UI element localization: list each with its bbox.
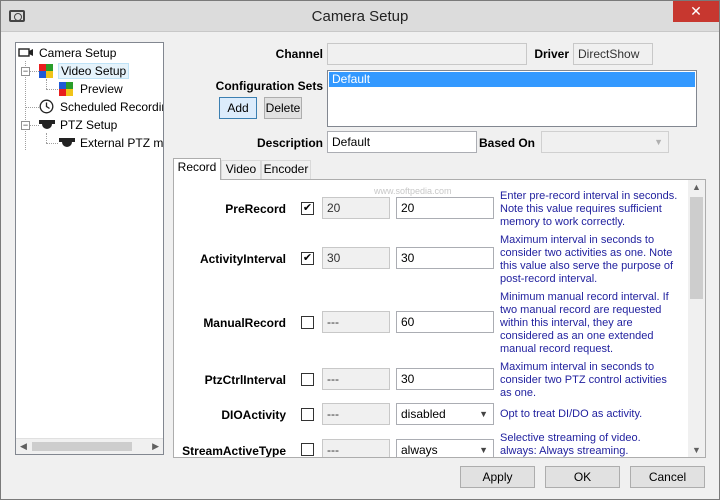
delete-button[interactable]: Delete (264, 97, 302, 119)
ptz-dome-icon (39, 118, 55, 132)
tree-item-label: PTZ Setup (60, 118, 118, 132)
scrollbar-thumb[interactable] (690, 197, 703, 299)
scroll-down-icon[interactable]: ▼ (692, 445, 701, 455)
tab-encoder[interactable]: Encoder (261, 160, 311, 179)
configuration-sets-label: Configuration Sets (215, 79, 323, 93)
param-prerecord-checkbox[interactable]: ✔ (301, 202, 314, 215)
tree-item-label: Preview (80, 82, 123, 96)
record-vertical-scrollbar[interactable]: ▲ ▼ (688, 180, 705, 457)
tree-item-label: Video Setup (58, 63, 130, 79)
param-activityinterval-description: Maximum interval in seconds to consider … (500, 234, 674, 285)
collapse-toggle[interactable]: − (21, 121, 30, 130)
tree-horizontal-scrollbar[interactable]: ◀ ▶ (16, 438, 163, 454)
param-ptzctrlinterval-default: --- (322, 368, 390, 390)
param-ptzctrlinterval-checkbox[interactable] (301, 373, 314, 386)
param-activityinterval-default: 30 (322, 247, 390, 269)
chevron-down-icon: ▼ (479, 445, 488, 455)
param-activityinterval-label: ActivityInterval (199, 252, 286, 266)
tree-item-preview[interactable]: Preview (59, 81, 125, 98)
configuration-sets-list[interactable]: Default (327, 70, 697, 127)
scrollbar-thumb[interactable] (32, 442, 132, 451)
param-dioactivity-label: DIOActivity (221, 408, 286, 422)
param-dioactivity-default: --- (322, 403, 390, 425)
chevron-down-icon: ▼ (654, 137, 663, 147)
param-streamactivetype-checkbox[interactable] (301, 443, 314, 456)
param-streamactivetype-value: always (401, 443, 438, 457)
tree-item-video-setup[interactable]: Video Setup (39, 63, 130, 80)
param-ptzctrlinterval-description: Maximum interval in seconds to consider … (500, 361, 667, 399)
clock-icon (39, 99, 55, 114)
param-streamactivetype-default: --- (322, 439, 390, 457)
description-label: Description (256, 136, 323, 150)
tree-item-ptz-setup[interactable]: PTZ Setup (39, 117, 119, 134)
title-bar: Camera Setup ✕ (1, 1, 719, 32)
param-prerecord-label: PreRecord (225, 202, 286, 216)
channel-label: Channel (275, 47, 323, 61)
param-streamactivetype-select[interactable]: always ▼ (396, 439, 494, 457)
preview-grid-icon (59, 82, 75, 96)
param-activityinterval-input[interactable] (396, 247, 494, 269)
watermark-text: www.softpedia.com (374, 186, 452, 196)
tree-item-label: Camera Setup (39, 46, 117, 60)
camera-setup-window: Camera Setup ✕ Camera Setup − Video Setu… (0, 0, 720, 500)
param-ptzctrlinterval-input[interactable] (396, 368, 494, 390)
param-streamactivetype-label: StreamActiveType (182, 444, 286, 458)
scroll-up-icon[interactable]: ▲ (692, 182, 701, 192)
cancel-button[interactable]: Cancel (630, 466, 705, 488)
param-manualrecord-label: ManualRecord (203, 316, 286, 330)
param-manualrecord-default: --- (322, 311, 390, 333)
list-item[interactable]: Default (329, 72, 695, 87)
param-prerecord-description: Enter pre-record interval in seconds. No… (500, 190, 678, 228)
ok-button[interactable]: OK (545, 466, 620, 488)
ptz-dome-icon (59, 136, 75, 150)
tab-record[interactable]: Record (173, 158, 221, 180)
param-dioactivity-select[interactable]: disabled ▼ (396, 403, 494, 425)
tree-item-scheduled-recording[interactable]: Scheduled Recording (39, 99, 164, 116)
close-button[interactable]: ✕ (673, 1, 719, 22)
param-prerecord-default: 20 (322, 197, 390, 219)
param-manualrecord-checkbox[interactable] (301, 316, 314, 329)
param-prerecord-input[interactable] (396, 197, 494, 219)
add-button[interactable]: Add (219, 97, 257, 119)
video-grid-icon (39, 64, 55, 78)
param-dioactivity-value: disabled (401, 407, 446, 421)
setup-tree[interactable]: Camera Setup − Video Setup Preview Sched… (15, 42, 164, 455)
driver-field[interactable]: DirectShow (573, 43, 653, 65)
param-ptzctrlinterval-label: PtzCtrlInterval (204, 373, 286, 387)
tree-item-label: External PTZ mod (80, 136, 164, 150)
param-dioactivity-checkbox[interactable] (301, 408, 314, 421)
based-on-select[interactable]: ▼ (541, 131, 669, 153)
param-streamactivetype-description: Selective streaming of video. always: Al… (500, 432, 641, 457)
tree-item-label: Scheduled Recording (60, 100, 164, 114)
record-tab-panel: www.softpedia.com PreRecord ✔ 20 Enter p… (173, 179, 706, 458)
apply-button[interactable]: Apply (460, 466, 535, 488)
camera-icon (18, 46, 34, 60)
tab-video[interactable]: Video (221, 160, 261, 179)
scroll-right-icon[interactable]: ▶ (152, 441, 159, 452)
driver-label: Driver (534, 47, 569, 61)
collapse-toggle[interactable]: − (21, 67, 30, 76)
description-field[interactable] (327, 131, 477, 153)
tree-item-external-ptz[interactable]: External PTZ mod (59, 135, 164, 152)
channel-field[interactable] (327, 43, 527, 65)
param-manualrecord-input[interactable] (396, 311, 494, 333)
window-title: Camera Setup (311, 8, 409, 25)
based-on-label: Based On (479, 136, 536, 150)
param-manualrecord-description: Minimum manual record interval. If two m… (500, 291, 669, 355)
param-dioactivity-description: Opt to treat DI/DO as activity. (500, 408, 643, 420)
param-activityinterval-checkbox[interactable]: ✔ (301, 252, 314, 265)
chevron-down-icon: ▼ (479, 409, 488, 419)
scroll-left-icon[interactable]: ◀ (20, 441, 27, 452)
tree-item-camera-setup[interactable]: Camera Setup (18, 45, 118, 62)
